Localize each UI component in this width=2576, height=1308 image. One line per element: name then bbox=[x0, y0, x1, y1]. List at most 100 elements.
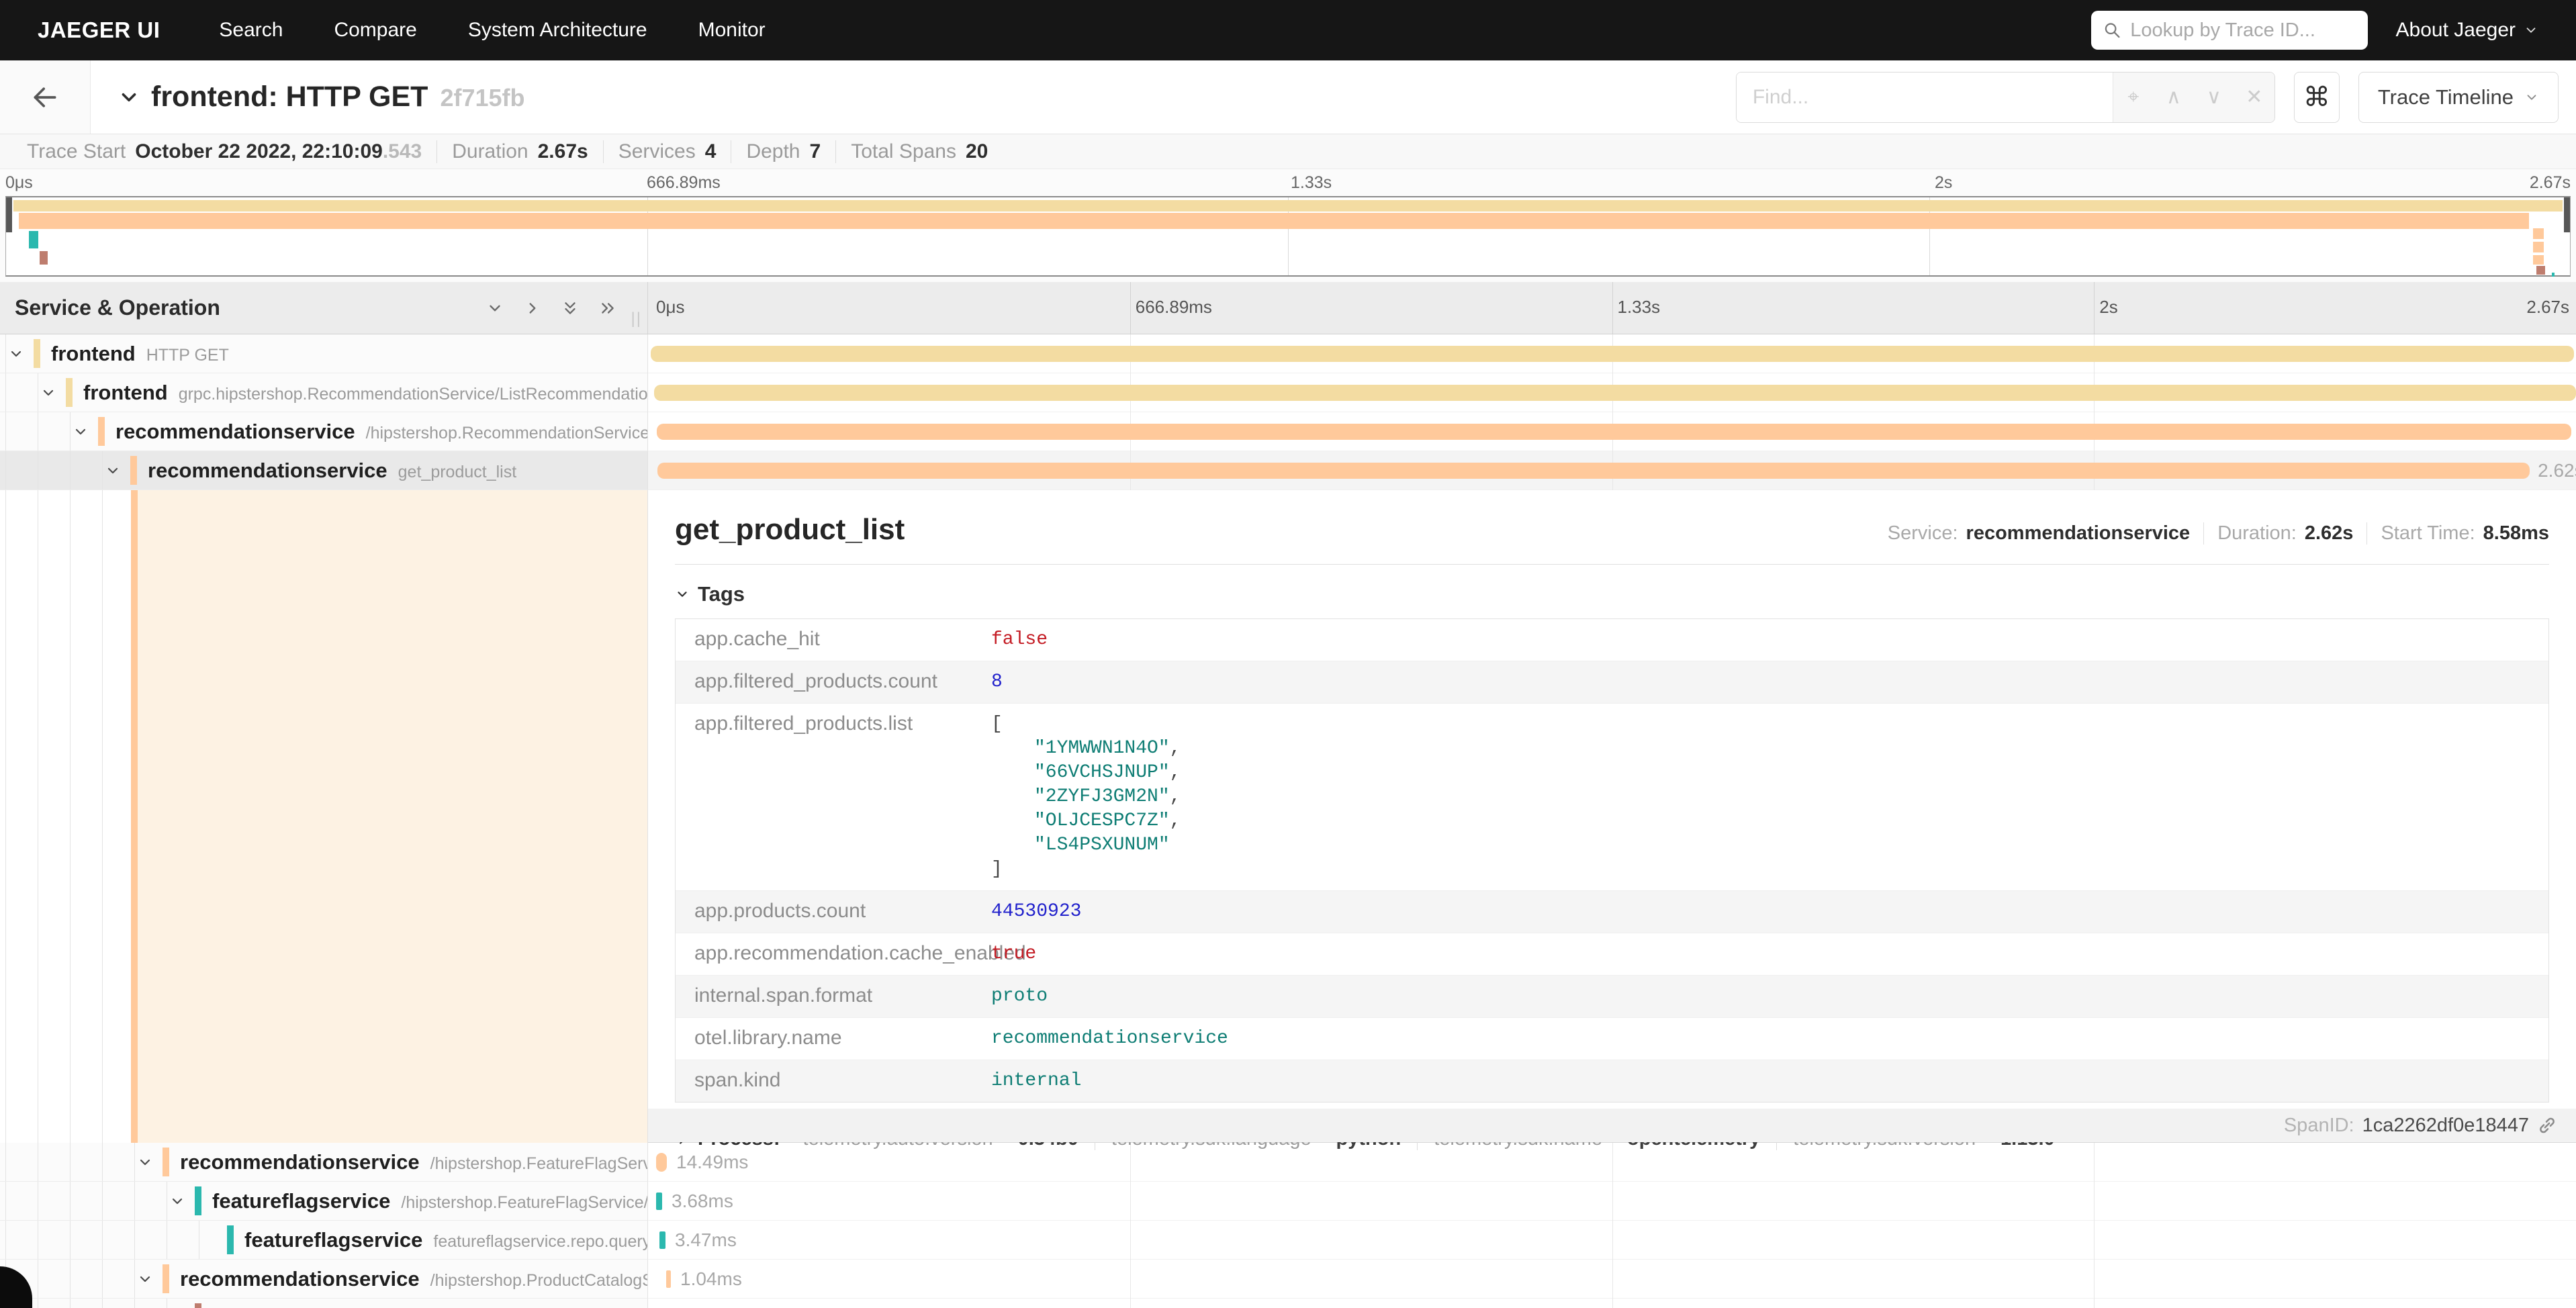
minimap-left-handle[interactable] bbox=[6, 197, 12, 232]
span-expand-chevron[interactable] bbox=[169, 1193, 185, 1209]
span-duration-bar[interactable] bbox=[657, 424, 2571, 440]
indent-guide bbox=[102, 490, 103, 1143]
span-timeline-cell[interactable] bbox=[648, 373, 2576, 412]
span-timeline-cell[interactable] bbox=[648, 1299, 2576, 1308]
overview-item: Duration:2.62s bbox=[2203, 522, 2366, 545]
span-service-name[interactable]: recommendationservice/hipstershop.Featur… bbox=[180, 1150, 648, 1174]
span-name-cell[interactable]: featureflagservice/hipstershop.FeatureFl… bbox=[0, 1182, 648, 1221]
summary-item: Total Spans20 bbox=[835, 140, 1003, 163]
jaeger-logo[interactable]: JAEGER UI bbox=[0, 17, 193, 43]
service-color-bar bbox=[34, 339, 40, 368]
indent-guide bbox=[102, 1221, 103, 1259]
span-timeline-cell[interactable] bbox=[648, 334, 2576, 373]
tags-accordion-toggle[interactable]: Tags bbox=[675, 582, 2549, 606]
span-name-cell[interactable] bbox=[0, 1299, 648, 1308]
span-name-cell[interactable]: recommendationservice/hipstershop.Recomm… bbox=[0, 412, 648, 451]
span-name-cell[interactable]: recommendationservice/hipstershop.Featur… bbox=[0, 1143, 648, 1182]
indent-guide bbox=[134, 1260, 135, 1298]
span-expand-chevron[interactable] bbox=[8, 346, 24, 362]
page-title: frontend: HTTP GET bbox=[151, 81, 428, 113]
find-input[interactable] bbox=[1737, 73, 2113, 122]
span-name-cell[interactable]: recommendationserviceget_product_list bbox=[0, 451, 648, 490]
timeline-header-gridline bbox=[1612, 282, 1613, 334]
back-button[interactable] bbox=[0, 60, 91, 134]
span-duration-label: 3.47ms bbox=[675, 1229, 737, 1251]
span-timeline-cell[interactable]: 3.68ms bbox=[648, 1182, 2576, 1221]
find-prev-icon[interactable]: ∧ bbox=[2154, 73, 2194, 122]
tag-key: app.cache_hit bbox=[676, 628, 991, 652]
indent-guide bbox=[70, 1260, 71, 1298]
span-service-name[interactable]: frontendgrpc.hipstershop.RecommendationS… bbox=[83, 381, 648, 405]
span-name-cell[interactable]: recommendationservice/hipstershop.Produc… bbox=[0, 1260, 648, 1299]
span-timeline-cell[interactable]: 1.04ms bbox=[648, 1260, 2576, 1299]
span-expand-chevron[interactable] bbox=[73, 424, 89, 440]
service-operation-title: Service & Operation bbox=[0, 295, 220, 320]
overview-value: recommendationservice bbox=[1966, 522, 2191, 545]
minimap-right-handle[interactable] bbox=[2564, 197, 2570, 232]
json-comma: , bbox=[1170, 762, 1181, 783]
span-name-cell[interactable]: frontendHTTP GET bbox=[0, 334, 648, 373]
main-nav: SearchCompareSystem ArchitectureMonitor bbox=[193, 19, 790, 42]
span-name-cell[interactable]: frontendgrpc.hipstershop.RecommendationS… bbox=[0, 373, 648, 412]
span-duration-bar[interactable] bbox=[656, 1153, 667, 1172]
nav-item-monitor[interactable]: Monitor bbox=[673, 19, 791, 42]
find-focus-icon[interactable]: ⌖ bbox=[2113, 73, 2154, 122]
span-duration-bar[interactable] bbox=[657, 463, 2530, 479]
minimap-span-bar bbox=[2533, 228, 2544, 239]
span-duration-bar[interactable] bbox=[666, 1270, 671, 1288]
chevron-down-icon bbox=[137, 1271, 153, 1287]
span-duration-bar[interactable] bbox=[654, 385, 2576, 401]
overview-item: Start Time:8.58ms bbox=[2366, 522, 2549, 545]
link-icon[interactable] bbox=[2537, 1115, 2557, 1135]
trace-view-selector[interactable]: Trace Timeline bbox=[2358, 72, 2559, 123]
minimap-span-bar bbox=[13, 200, 2562, 212]
span-service-name[interactable]: frontendHTTP GET bbox=[51, 342, 229, 366]
span-service-name[interactable]: featureflagservice/hipstershop.FeatureFl… bbox=[212, 1189, 648, 1213]
find-clear-icon[interactable]: ✕ bbox=[2234, 73, 2274, 122]
span-service-name[interactable]: recommendationservice/hipstershop.Recomm… bbox=[116, 420, 648, 444]
span-row bbox=[0, 1299, 2576, 1308]
span-expand-chevron[interactable] bbox=[105, 463, 121, 479]
span-expand-chevron[interactable] bbox=[40, 385, 56, 401]
about-jaeger-menu[interactable]: About Jaeger bbox=[2396, 19, 2538, 42]
column-resize-handle[interactable]: || bbox=[631, 310, 642, 328]
summary-label: Total Spans bbox=[851, 140, 956, 163]
span-service-name[interactable]: recommendationservice/hipstershop.Produc… bbox=[180, 1267, 648, 1291]
span-duration-bar[interactable] bbox=[651, 346, 2574, 362]
span-duration-bar[interactable] bbox=[656, 1193, 662, 1210]
json-list-item: "2ZYFJ3GM2N", bbox=[991, 785, 1181, 809]
collapse-all-button[interactable] bbox=[561, 299, 579, 317]
expand-all-button[interactable] bbox=[599, 299, 616, 317]
nav-item-system-architecture[interactable]: System Architecture bbox=[443, 19, 673, 42]
span-expand-chevron[interactable] bbox=[137, 1154, 153, 1170]
find-group: ⌖ ∧ ∨ ✕ bbox=[1736, 72, 2275, 123]
trace-lookup-input[interactable] bbox=[2130, 19, 2355, 42]
tag-value: 8 bbox=[991, 670, 1003, 694]
json-string: "66VCHSJNUP" bbox=[1034, 762, 1170, 783]
expand-one-button[interactable] bbox=[524, 299, 541, 317]
minimap-canvas[interactable] bbox=[5, 196, 2571, 277]
span-duration-bar[interactable] bbox=[659, 1231, 665, 1249]
span-timeline-cell[interactable]: 2.62s bbox=[648, 451, 2576, 490]
back-arrow-icon bbox=[30, 83, 60, 112]
span-timeline-cell[interactable] bbox=[648, 412, 2576, 451]
span-row: recommendationservice/hipstershop.Produc… bbox=[0, 1260, 2576, 1299]
span-name-cell[interactable]: featureflagservicefeatureflagservice.rep… bbox=[0, 1221, 648, 1260]
overview-label: Service: bbox=[1888, 522, 1958, 545]
span-service-name[interactable]: featureflagservicefeatureflagservice.rep… bbox=[244, 1228, 648, 1252]
nav-item-search[interactable]: Search bbox=[193, 19, 308, 42]
keyboard-shortcuts-button[interactable]: ⌘ bbox=[2294, 72, 2340, 123]
nav-item-compare[interactable]: Compare bbox=[308, 19, 442, 42]
json-comma: , bbox=[1170, 738, 1181, 759]
json-comma: , bbox=[1170, 810, 1181, 831]
tag-row: internal.span.formatproto bbox=[676, 976, 2548, 1018]
indent-guide bbox=[5, 490, 6, 1143]
span-timeline-cell[interactable]: 3.47ms bbox=[648, 1221, 2576, 1260]
trace-collapse-toggle[interactable] bbox=[118, 86, 140, 109]
tag-key: internal.span.format bbox=[676, 984, 991, 1009]
indent-guide bbox=[70, 451, 71, 489]
span-service-name[interactable]: recommendationserviceget_product_list bbox=[148, 459, 516, 483]
span-expand-chevron[interactable] bbox=[137, 1271, 153, 1287]
collapse-one-button[interactable] bbox=[486, 299, 504, 317]
find-next-icon[interactable]: ∨ bbox=[2194, 73, 2234, 122]
